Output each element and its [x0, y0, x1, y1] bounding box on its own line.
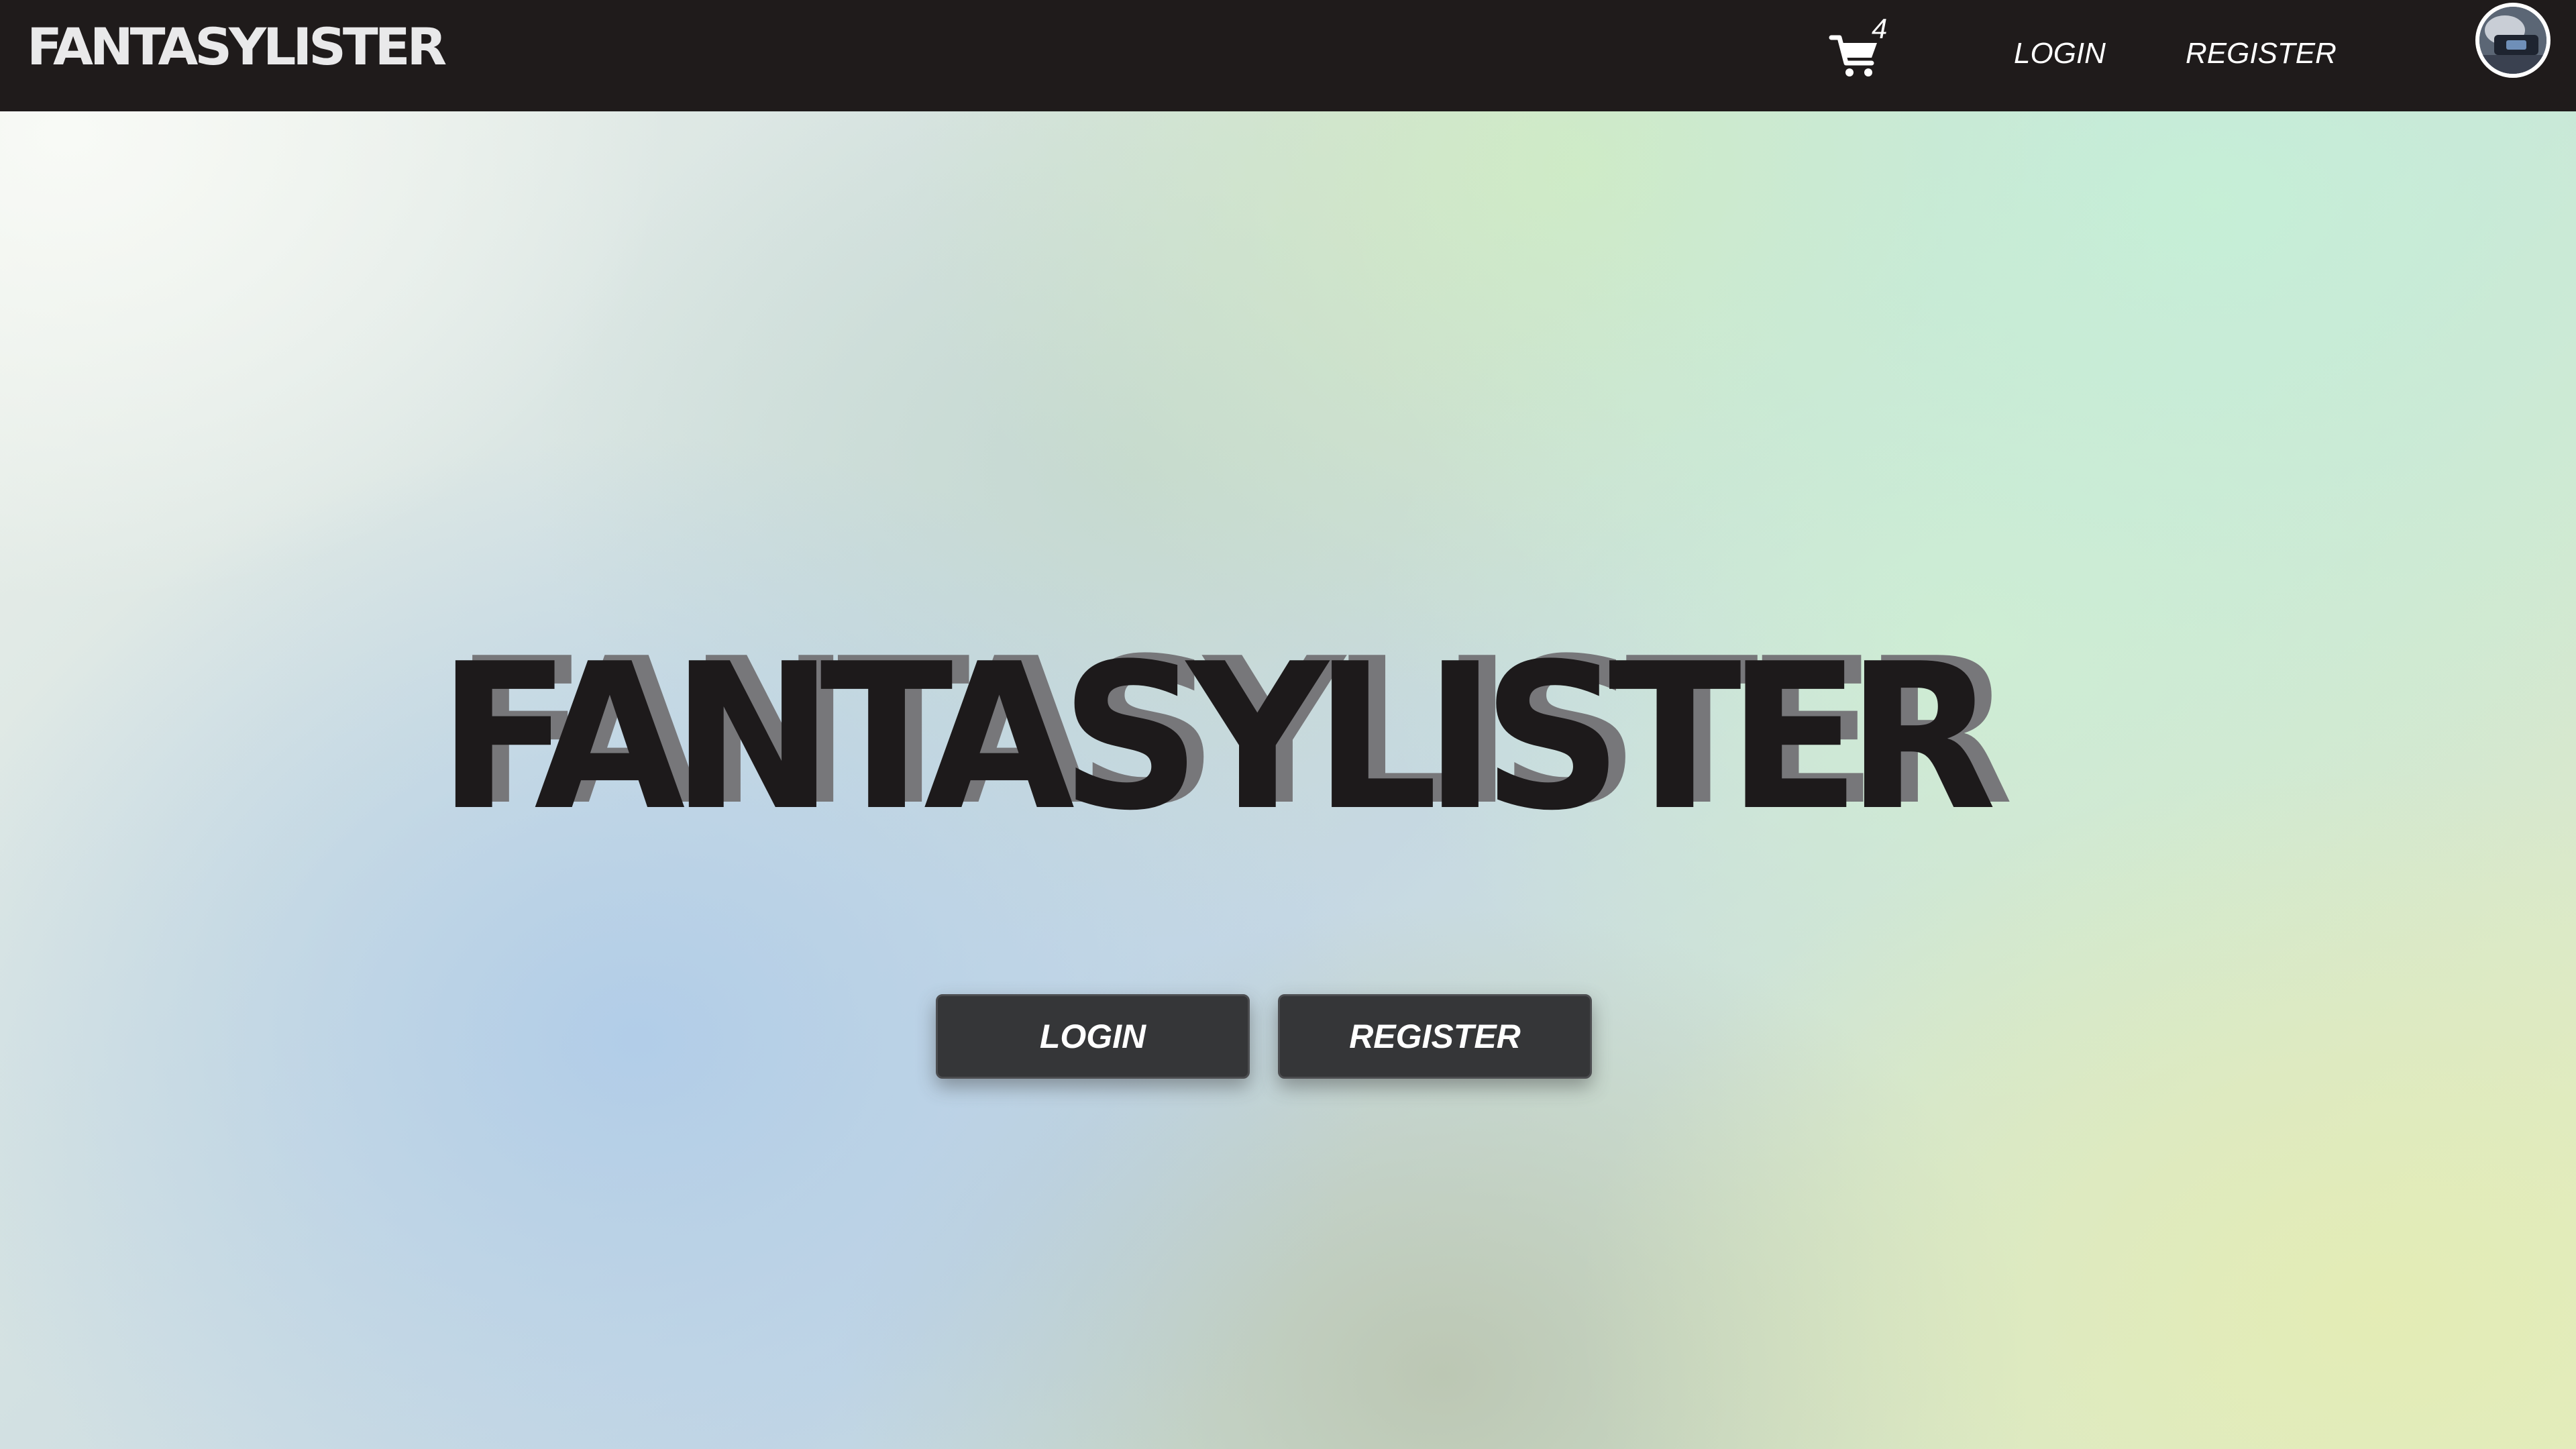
register-button[interactable]: REGISTER	[1278, 994, 1592, 1079]
user-avatar[interactable]	[2475, 3, 2551, 78]
hero-title: FANTASYLISTER	[437, 621, 1996, 855]
cart-button[interactable]: 4	[1829, 13, 1909, 85]
hero-button-row: LOGIN REGISTER	[936, 994, 1593, 1079]
login-button[interactable]: LOGIN	[936, 994, 1250, 1079]
top-navbar: FANTASYLISTER 4 LOGIN REGISTER	[0, 0, 2576, 111]
nav-login-link[interactable]: LOGIN	[2014, 34, 2106, 74]
avatar-image	[2479, 7, 2546, 74]
nav-logo[interactable]: FANTASYLISTER	[27, 13, 447, 80]
cart-count-badge: 4	[1872, 13, 1888, 44]
nav-register-link[interactable]: REGISTER	[2186, 34, 2337, 74]
